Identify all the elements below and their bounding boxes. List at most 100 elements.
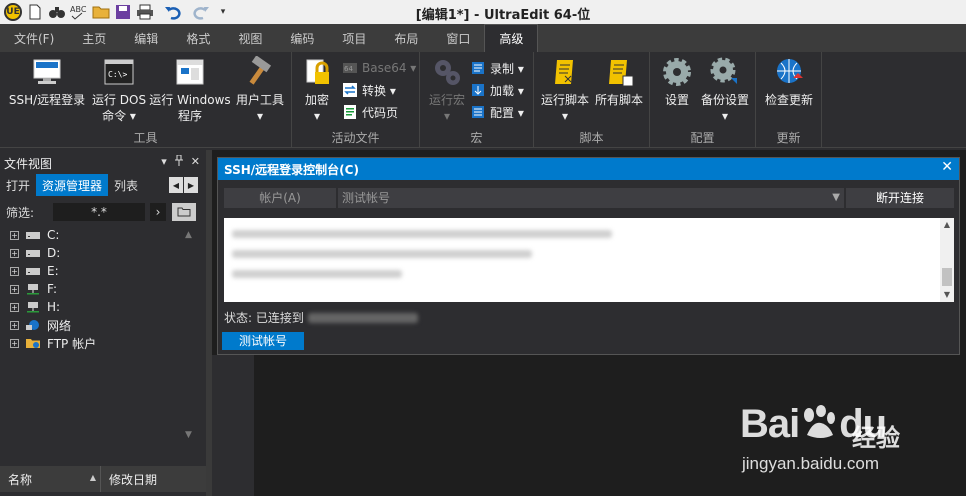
account-tag[interactable]: 测试帐号 [222, 332, 304, 350]
group-script-label: 脚本 [579, 131, 604, 145]
load-macro-button[interactable]: 加载 ▾ [470, 80, 524, 100]
close-icon[interactable]: ✕ [191, 155, 200, 169]
tab-project[interactable]: 项目 [328, 24, 380, 52]
config-icon [472, 106, 484, 118]
tree-item-label: E: [47, 264, 59, 278]
tab-view[interactable]: 视图 [224, 24, 276, 52]
codepage-label: 代码页 [362, 105, 399, 120]
scroll-up-icon[interactable]: ▲ [940, 218, 954, 232]
ssh-terminal-icon [33, 59, 61, 84]
tab-window[interactable]: 窗口 [432, 24, 484, 52]
tree-item-f[interactable]: + F: [0, 280, 200, 298]
folder-browse-icon[interactable] [172, 203, 196, 221]
record-icon [472, 62, 484, 74]
tab-advanced[interactable]: 高级 [484, 24, 539, 52]
user-tools-button[interactable]: 用户工具 ▾ [232, 56, 288, 124]
group-active-files: 加密 ▾ 64 Base64 ▾ 转换 ▾ 代码页 活动文件 [292, 52, 420, 148]
codepage-button[interactable]: 代码页 [342, 102, 398, 122]
script-icon [555, 60, 573, 84]
connection-status: 状态: 已连接到 [224, 309, 418, 326]
filter-input[interactable]: *.* [53, 203, 145, 221]
settings-button[interactable]: 设置 [656, 56, 698, 108]
chevron-down-icon[interactable]: ▾ [161, 155, 167, 169]
tab-edit[interactable]: 编辑 [120, 24, 172, 52]
close-icon[interactable]: ✕ [941, 159, 953, 175]
tab-scroll-right-icon[interactable]: ▶ [184, 177, 198, 193]
expand-icon[interactable]: + [10, 248, 19, 258]
scroll-down-icon[interactable]: ▼ [940, 288, 954, 302]
tab-home[interactable]: 主页 [68, 24, 120, 52]
tree-item-label: H: [47, 300, 61, 314]
tree-item-ftp[interactable]: + FTP 帐户 [0, 334, 200, 352]
run-dos-label: 运行 DOS 命令 ▾ [91, 93, 147, 123]
expand-icon[interactable]: + [10, 284, 19, 294]
tree-item-e[interactable]: + E: [0, 262, 200, 280]
backup-settings-button[interactable]: 备份设置 ▾ [698, 56, 752, 124]
tree-item-h[interactable]: + H: [0, 298, 200, 316]
ssh-console-title: SSH/远程登录控制台(C) ✕ [218, 158, 959, 180]
all-scripts-button[interactable]: 所有脚本 [592, 56, 646, 108]
console-line-redacted [232, 250, 532, 258]
check-update-button[interactable]: 检查更新 [760, 56, 818, 108]
expand-icon[interactable]: + [10, 320, 19, 330]
watermark-logo-bai: Bai [740, 402, 800, 446]
tab-list[interactable]: 列表 [108, 174, 144, 196]
account-button[interactable]: 帐户(A) [224, 188, 336, 208]
group-config: 设置 备份设置 ▾ 配置 [650, 52, 756, 148]
run-script-button[interactable]: 运行脚本 ▾ [538, 56, 592, 124]
tree-item-c[interactable]: + C: [0, 226, 200, 244]
base64-label: Base64 ▾ [362, 61, 417, 75]
console-scrollbar[interactable]: ▲ ▼ [940, 218, 954, 302]
column-name[interactable]: 名称 ▲ [0, 471, 100, 488]
console-line-redacted [232, 230, 612, 238]
config-macro-button[interactable]: 配置 ▾ [470, 102, 524, 122]
tree-item-d[interactable]: + D: [0, 244, 200, 262]
ribbon: SSH/远程登录 C:\> 运行 DOS 命令 ▾ 运行 Windows 程序 … [0, 52, 966, 148]
ssh-console-output[interactable]: ▲ ▼ [224, 218, 954, 302]
encrypt-button[interactable]: 加密 ▾ [296, 56, 338, 124]
group-script: 运行脚本 ▾ 所有脚本 脚本 [534, 52, 650, 148]
expand-icon[interactable]: + [10, 266, 19, 276]
expand-icon[interactable]: + [10, 230, 19, 240]
account-select[interactable]: 测试帐号 ▼ [338, 188, 844, 208]
all-scripts-label: 所有脚本 [594, 93, 643, 107]
tree-item-label: D: [47, 246, 61, 260]
filter-row: 筛选: *.* › [0, 202, 206, 222]
tree-item-network[interactable]: + 网络 [0, 316, 200, 334]
globe-update-icon [777, 59, 803, 83]
pin-icon[interactable] [174, 154, 183, 169]
run-windows-label: 运行 Windows 程序 [149, 93, 231, 123]
tab-encoding[interactable]: 编码 [276, 24, 328, 52]
tab-format[interactable]: 格式 [172, 24, 224, 52]
scroll-up-icon[interactable]: ▲ [185, 230, 192, 240]
run-macro-button[interactable]: 运行宏 ▾ [426, 56, 468, 124]
convert-button[interactable]: 转换 ▾ [342, 80, 396, 100]
load-macro-label: 加载 ▾ [490, 83, 524, 98]
tab-file[interactable]: 文件(F) [0, 24, 68, 52]
run-windows-button[interactable]: 运行 Windows 程序 [148, 56, 232, 124]
tab-layout[interactable]: 布局 [380, 24, 432, 52]
tab-open[interactable]: 打开 [0, 174, 36, 196]
expand-icon[interactable]: + [10, 338, 19, 348]
group-tools-label: 工具 [133, 131, 158, 145]
chevron-down-icon: ▼ [832, 192, 840, 203]
base64-button[interactable]: 64 Base64 ▾ [342, 58, 416, 78]
run-dos-button[interactable]: C:\> 运行 DOS 命令 ▾ [90, 56, 148, 124]
tab-explorer[interactable]: 资源管理器 [36, 174, 109, 196]
tab-scroll-left-icon[interactable]: ◀ [169, 177, 183, 193]
settings-label: 设置 [664, 93, 689, 107]
codepage-icon [344, 105, 356, 119]
record-macro-button[interactable]: 录制 ▾ [470, 58, 524, 78]
convert-icon [343, 83, 357, 97]
status-text: 状态: 已连接到 [224, 311, 304, 325]
expand-icon[interactable]: + [10, 302, 19, 312]
column-modified[interactable]: 修改日期 [100, 466, 157, 492]
column-modified-label: 修改日期 [109, 472, 158, 487]
disconnect-button[interactable]: 断开连接 [846, 188, 954, 208]
chevron-right-icon[interactable]: › [150, 203, 166, 221]
scroll-down-icon[interactable]: ▼ [185, 430, 192, 440]
ssh-telnet-button[interactable]: SSH/远程登录 [6, 56, 88, 108]
gear-icon [663, 58, 691, 86]
config-macro-label: 配置 ▾ [490, 105, 524, 120]
scrollbar-thumb[interactable] [942, 268, 952, 286]
